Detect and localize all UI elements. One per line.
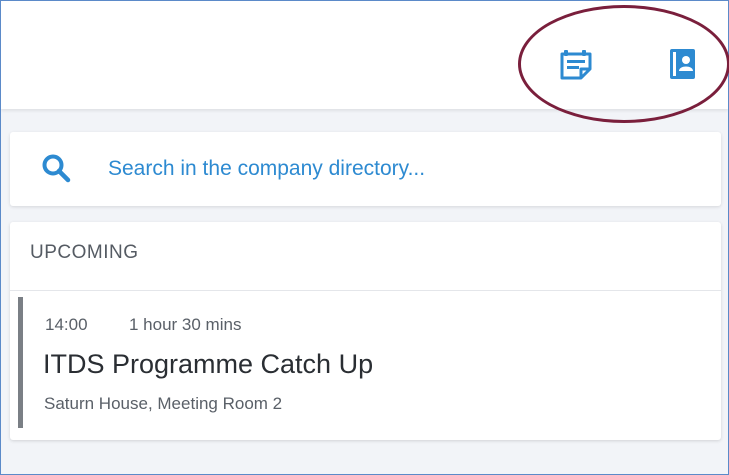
event-location: Saturn House, Meeting Room 2 <box>44 394 283 413</box>
app-window: UPCOMING 14:00 1 hour 30 mins ITDS Progr… <box>0 0 729 475</box>
top-bar <box>1 1 728 109</box>
event-duration: 1 hour 30 mins <box>129 315 242 334</box>
event-list-item[interactable]: 14:00 1 hour 30 mins ITDS Programme Catc… <box>10 291 721 440</box>
search-icon[interactable] <box>40 152 72 184</box>
event-status-bar <box>18 297 23 428</box>
contact-book-icon[interactable] <box>664 46 700 82</box>
event-title: ITDS Programme Catch Up <box>43 349 374 379</box>
upcoming-section: UPCOMING 14:00 1 hour 30 mins ITDS Progr… <box>10 222 721 440</box>
event-time: 14:00 <box>45 315 88 334</box>
calendar-notes-icon[interactable] <box>558 46 594 82</box>
directory-search-input[interactable] <box>108 149 688 189</box>
section-title-upcoming: UPCOMING <box>30 242 139 263</box>
directory-search-bar[interactable] <box>10 132 721 206</box>
